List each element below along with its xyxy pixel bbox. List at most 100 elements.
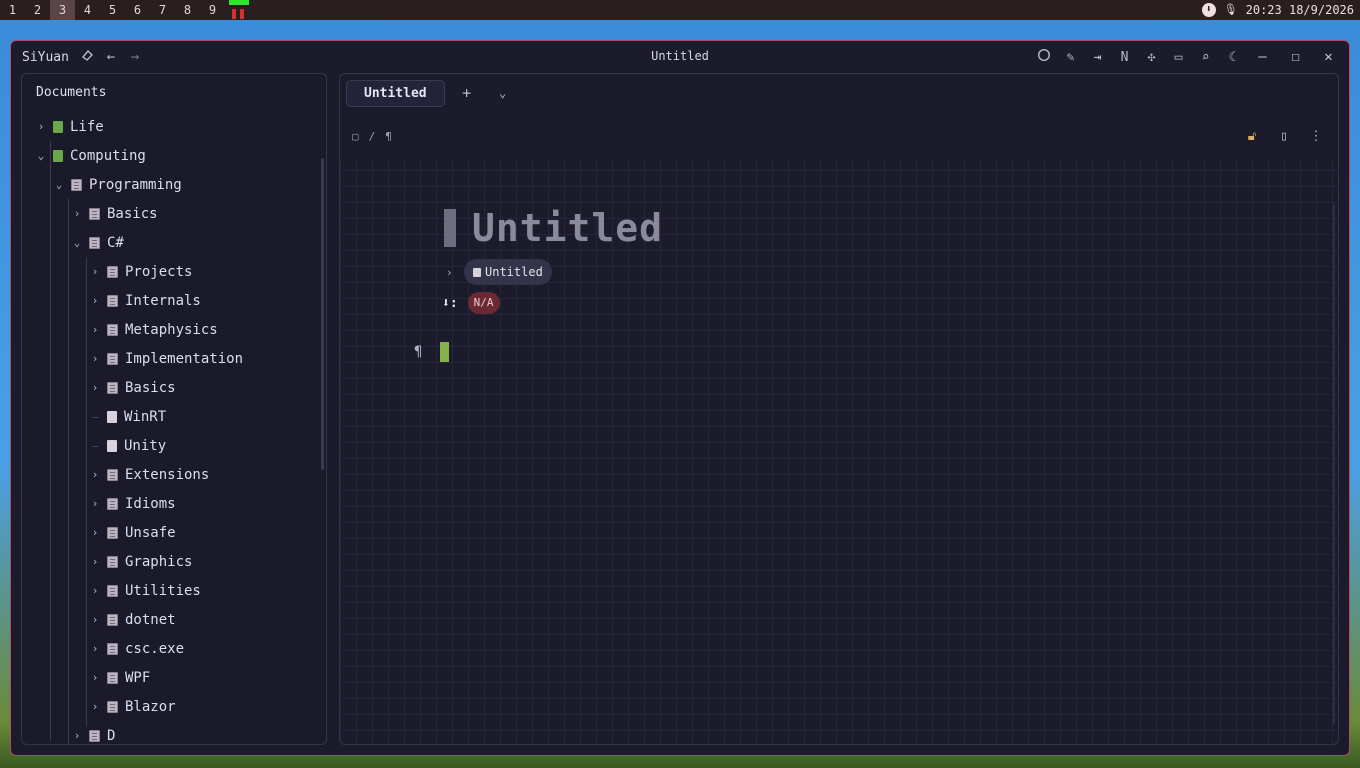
tree-item-label: Implementation bbox=[125, 350, 244, 367]
workspace-2[interactable]: 2 bbox=[25, 0, 50, 20]
chat-icon[interactable] bbox=[1030, 48, 1057, 66]
maximize-icon[interactable]: ☐ bbox=[1279, 49, 1312, 65]
tree-item-label: Unsafe bbox=[125, 524, 176, 541]
login-icon[interactable]: ⇥ bbox=[1084, 50, 1111, 65]
document-icon[interactable]: ▯ bbox=[1268, 129, 1300, 144]
tree-item[interactable]: ⌄ Programming bbox=[22, 170, 326, 199]
chevron-right-icon[interactable]: › bbox=[446, 266, 462, 279]
app-window: Untitled SiYuan ← → ✎ ⇥ N ✣ ▭ ⌕ ☾ — ☐ ✕ … bbox=[10, 40, 1350, 756]
chevron-right-icon[interactable]: › bbox=[88, 555, 102, 568]
chevron-right-icon[interactable]: › bbox=[70, 729, 84, 742]
workspace-1[interactable]: 1 bbox=[0, 0, 25, 20]
chevron-right-icon[interactable]: › bbox=[88, 323, 102, 336]
tree-item-label: C# bbox=[107, 234, 124, 251]
more-icon[interactable]: ⋮ bbox=[1300, 129, 1332, 144]
doc-icon bbox=[107, 439, 117, 452]
back-arrow-icon[interactable]: ← bbox=[99, 49, 123, 65]
folder-doc-icon bbox=[107, 352, 118, 365]
backlink-pill[interactable]: Untitled bbox=[464, 259, 552, 285]
panel-title: Documents bbox=[36, 85, 107, 100]
chevron-right-icon[interactable]: › bbox=[34, 120, 48, 133]
file-tree-panel: Documents › Life ⌄ Computing ⌄ Programming › Ba… bbox=[21, 73, 327, 745]
close-icon[interactable]: ✕ bbox=[1312, 49, 1345, 65]
titlebar-toolbar: ✎ ⇥ N ✣ ▭ ⌕ ☾ — ☐ ✕ bbox=[1030, 41, 1345, 73]
mic-muted-icon[interactable]: 🎙 bbox=[1224, 3, 1238, 17]
chevron-right-icon[interactable]: › bbox=[88, 497, 102, 510]
chevron-right-icon[interactable]: › bbox=[88, 294, 102, 307]
document-title[interactable]: Untitled bbox=[472, 206, 663, 250]
workspace-4[interactable]: 4 bbox=[75, 0, 100, 20]
plugin-icon[interactable]: ✣ bbox=[1138, 50, 1165, 65]
chevron-right-icon[interactable]: › bbox=[88, 584, 102, 597]
chevron-down-icon[interactable]: ⌄ bbox=[70, 236, 84, 249]
chevron-down-icon[interactable]: ⌄ bbox=[34, 149, 48, 162]
tree-item-label: Blazor bbox=[125, 698, 176, 715]
folder-doc-icon bbox=[107, 671, 118, 684]
forward-arrow-icon[interactable]: → bbox=[123, 49, 147, 65]
chat-bubble-glyph bbox=[1037, 48, 1050, 62]
titlebar: Untitled SiYuan ← → ✎ ⇥ N ✣ ▭ ⌕ ☾ — ☐ ✕ bbox=[11, 41, 1349, 73]
tree-item[interactable]: › Life bbox=[22, 112, 326, 141]
chevron-right-icon[interactable]: › bbox=[88, 381, 102, 394]
tab-bar: Untitled + ⌄ bbox=[340, 74, 1338, 112]
paragraph-icon[interactable]: ¶ bbox=[414, 344, 436, 360]
unlock-icon[interactable]: 🔓︎ bbox=[1236, 129, 1268, 144]
new-tab-icon[interactable]: + bbox=[449, 84, 485, 102]
workspace-8[interactable]: 8 bbox=[175, 0, 200, 20]
workspace-5[interactable]: 5 bbox=[100, 0, 125, 20]
tree-item-label: WPF bbox=[125, 669, 151, 686]
workspace-6[interactable]: 6 bbox=[125, 0, 150, 20]
workspace-3[interactable]: 3 bbox=[50, 0, 75, 20]
sync-cloud-glyph bbox=[81, 49, 93, 61]
tree-item-label: Basics bbox=[107, 205, 158, 222]
doc-icon bbox=[473, 267, 481, 277]
chevron-right-icon[interactable]: › bbox=[70, 207, 84, 220]
folder-doc-icon bbox=[107, 700, 118, 713]
sync-icon[interactable] bbox=[75, 48, 99, 66]
terminal-icon[interactable]: ▭ bbox=[1165, 50, 1192, 65]
chevron-right-icon[interactable]: › bbox=[88, 700, 102, 713]
tree-item-label: Basics bbox=[125, 379, 176, 396]
workspace-9[interactable]: 9 bbox=[200, 0, 225, 20]
notion-icon[interactable]: N bbox=[1111, 50, 1138, 65]
editor-scrollbar[interactable] bbox=[1333, 204, 1335, 724]
folder-doc-icon bbox=[107, 584, 118, 597]
breadcrumb-separator: / bbox=[368, 129, 376, 143]
paragraph-icon[interactable]: ¶ bbox=[385, 130, 392, 143]
folder-doc-icon bbox=[71, 178, 82, 191]
empty-paragraph[interactable]: ¶ bbox=[414, 342, 449, 362]
minimize-icon[interactable]: — bbox=[1246, 49, 1279, 65]
search-icon[interactable]: ⌕ bbox=[1192, 50, 1219, 65]
tab-untitled[interactable]: Untitled bbox=[346, 79, 445, 107]
folder-doc-icon bbox=[107, 468, 118, 481]
clock: 20:23 18/9/2026 bbox=[1245, 3, 1354, 17]
tree-guide-line bbox=[50, 141, 51, 741]
folder-doc-icon bbox=[107, 642, 118, 655]
moon-icon[interactable]: ☾ bbox=[1219, 50, 1246, 65]
doc-icon[interactable]: ▢ bbox=[352, 130, 359, 143]
activity-bar bbox=[229, 0, 249, 5]
attribute-row: ⬇: N/A bbox=[442, 292, 500, 314]
chevron-right-icon[interactable]: › bbox=[88, 352, 102, 365]
workspace-7[interactable]: 7 bbox=[150, 0, 175, 20]
chevron-right-icon[interactable]: › bbox=[88, 265, 102, 278]
folder-doc-icon bbox=[89, 236, 100, 249]
attribute-badge[interactable]: N/A bbox=[467, 292, 500, 314]
tree-item-label: dotnet bbox=[125, 611, 176, 628]
sidebar-scrollbar[interactable] bbox=[321, 158, 324, 470]
chevron-down-icon[interactable]: ⌄ bbox=[52, 178, 66, 191]
tree-item-label: WinRT bbox=[124, 408, 167, 425]
title-drag-handle[interactable] bbox=[444, 209, 456, 247]
tree-item[interactable]: ⌄ Computing bbox=[22, 141, 326, 170]
workspace-switcher: 123456789 bbox=[0, 0, 249, 20]
chevron-right-icon[interactable]: › bbox=[88, 613, 102, 626]
chevron-right-icon[interactable]: › bbox=[88, 468, 102, 481]
backlink-label: Untitled bbox=[485, 265, 543, 279]
chevron-down-icon[interactable]: ⌄ bbox=[485, 86, 521, 100]
download-icon[interactable]: ⬇ bbox=[1201, 3, 1216, 17]
chevron-right-icon[interactable]: › bbox=[88, 671, 102, 684]
folder-doc-icon bbox=[107, 613, 118, 626]
chevron-right-icon[interactable]: › bbox=[88, 526, 102, 539]
brush-icon[interactable]: ✎ bbox=[1057, 50, 1084, 65]
chevron-right-icon[interactable]: › bbox=[88, 642, 102, 655]
